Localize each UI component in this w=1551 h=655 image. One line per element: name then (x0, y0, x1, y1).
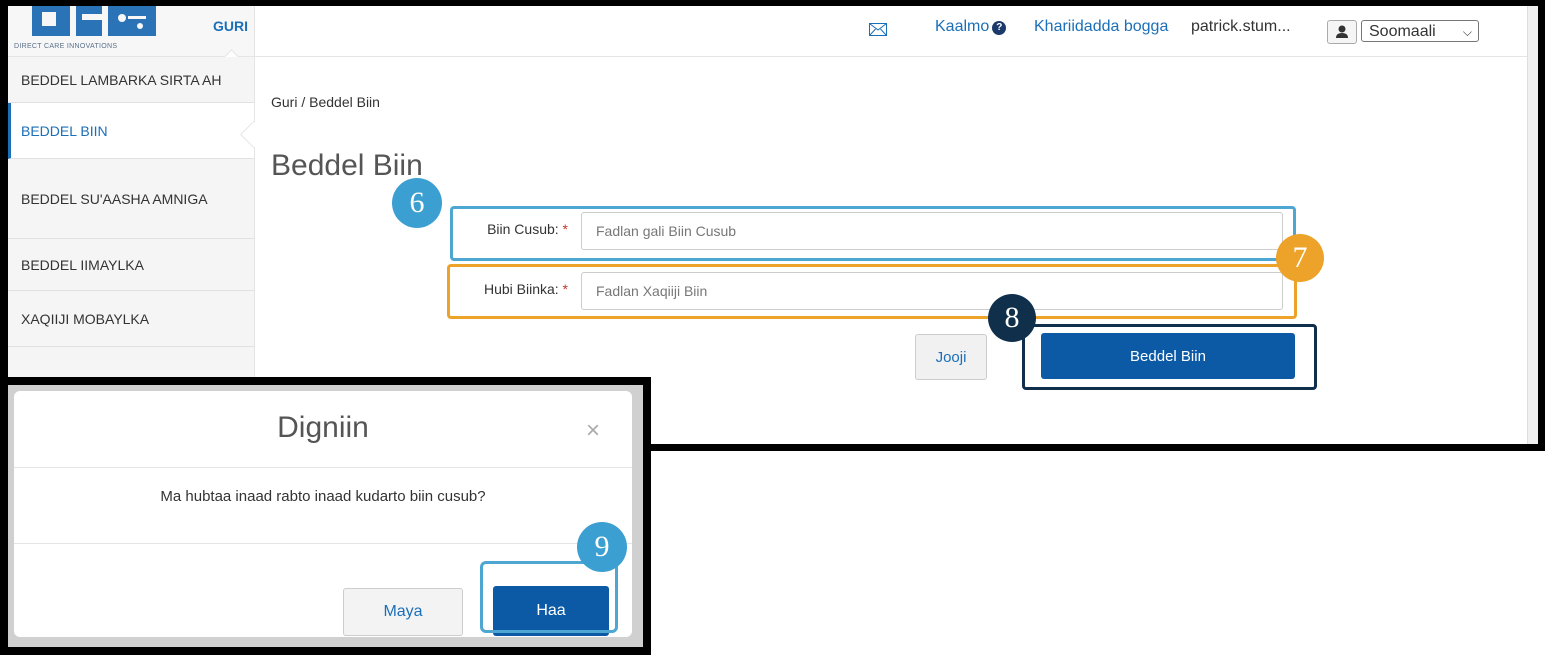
scrollbar[interactable] (1527, 6, 1538, 444)
no-button[interactable]: Maya (343, 588, 463, 636)
language-select[interactable]: Soomaali ⌵ (1361, 20, 1479, 42)
change-pin-button[interactable]: Beddel Biin (1041, 333, 1295, 379)
chevron-down-icon: ⌵ (1462, 25, 1472, 39)
dialog-header: Digniin × (14, 391, 632, 468)
confirm-pin-label-text: Hubi Biinka: (483, 281, 559, 297)
breadcrumb: Guri / Beddel Biin (271, 94, 380, 110)
top-navbar: Kaalmo? Khariidadda bogga patrick.stum..… (255, 6, 1538, 57)
dialog-title: Digniin (277, 411, 369, 444)
dialog-footer: Maya Haa (14, 543, 632, 637)
mail-icon[interactable] (869, 23, 887, 36)
confirm-pin-input[interactable] (581, 272, 1283, 310)
sidebar-item-change-security-question[interactable]: BEDDEL SU'AASHA AMNIGA (8, 159, 254, 239)
close-icon[interactable]: × (586, 417, 600, 445)
new-pin-row: Biin Cusub: * (456, 209, 1288, 253)
user-name[interactable]: patrick.stum... (1191, 18, 1291, 36)
new-pin-label-text: Biin Cusub: (487, 221, 559, 237)
help-link-label: Kaalmo (935, 18, 990, 35)
logo-text: DIRECT CARE INNOVATIONS (14, 43, 118, 50)
sidebar-item-change-password[interactable]: BEDDEL LAMBARKA SIRTA AH (8, 57, 254, 103)
required-marker: * (562, 221, 568, 237)
sitemap-link[interactable]: Khariidadda bogga (1034, 18, 1168, 36)
confirm-dialog: Digniin × Ma hubtaa inaad rabto inaad ku… (14, 391, 632, 637)
home-link[interactable]: GURI (213, 18, 248, 34)
new-pin-input[interactable] (581, 212, 1283, 250)
callout-badge-8: 8 (988, 294, 1036, 342)
callout-badge-7: 7 (1276, 234, 1324, 282)
confirm-pin-label: Hubi Biinka: * (484, 281, 568, 297)
new-pin-label: Biin Cusub: * (487, 221, 568, 237)
yes-button[interactable]: Haa (493, 586, 609, 636)
cancel-button[interactable]: Jooji (915, 334, 987, 380)
page-title: Beddel Biin (271, 149, 423, 182)
user-menu-button[interactable] (1327, 20, 1357, 44)
help-link[interactable]: Kaalmo? (935, 18, 1007, 36)
required-marker: * (562, 281, 568, 297)
dialog-message: Ma hubtaa inaad rabto inaad kudarto biin… (160, 488, 486, 505)
dialog-inset-frame: Digniin × Ma hubtaa inaad rabto inaad ku… (0, 377, 651, 655)
logo-area: DIRECT CARE INNOVATIONS GURI (8, 6, 255, 57)
callout-badge-9: 9 (577, 522, 627, 572)
user-icon (1336, 25, 1348, 38)
sidebar-item-change-pin[interactable]: BEDDEL BIIN (8, 103, 254, 159)
callout-badge-6: 6 (392, 178, 442, 228)
sidebar-item-change-email[interactable]: BEDDEL IIMAYLKA (8, 239, 254, 291)
confirm-pin-row: Hubi Biinka: * (456, 269, 1288, 313)
sidebar-item-verify-mobile[interactable]: XAQIIJI MOBAYLKA (8, 291, 254, 347)
help-icon: ? (992, 21, 1007, 35)
language-select-value: Soomaali (1369, 23, 1436, 40)
